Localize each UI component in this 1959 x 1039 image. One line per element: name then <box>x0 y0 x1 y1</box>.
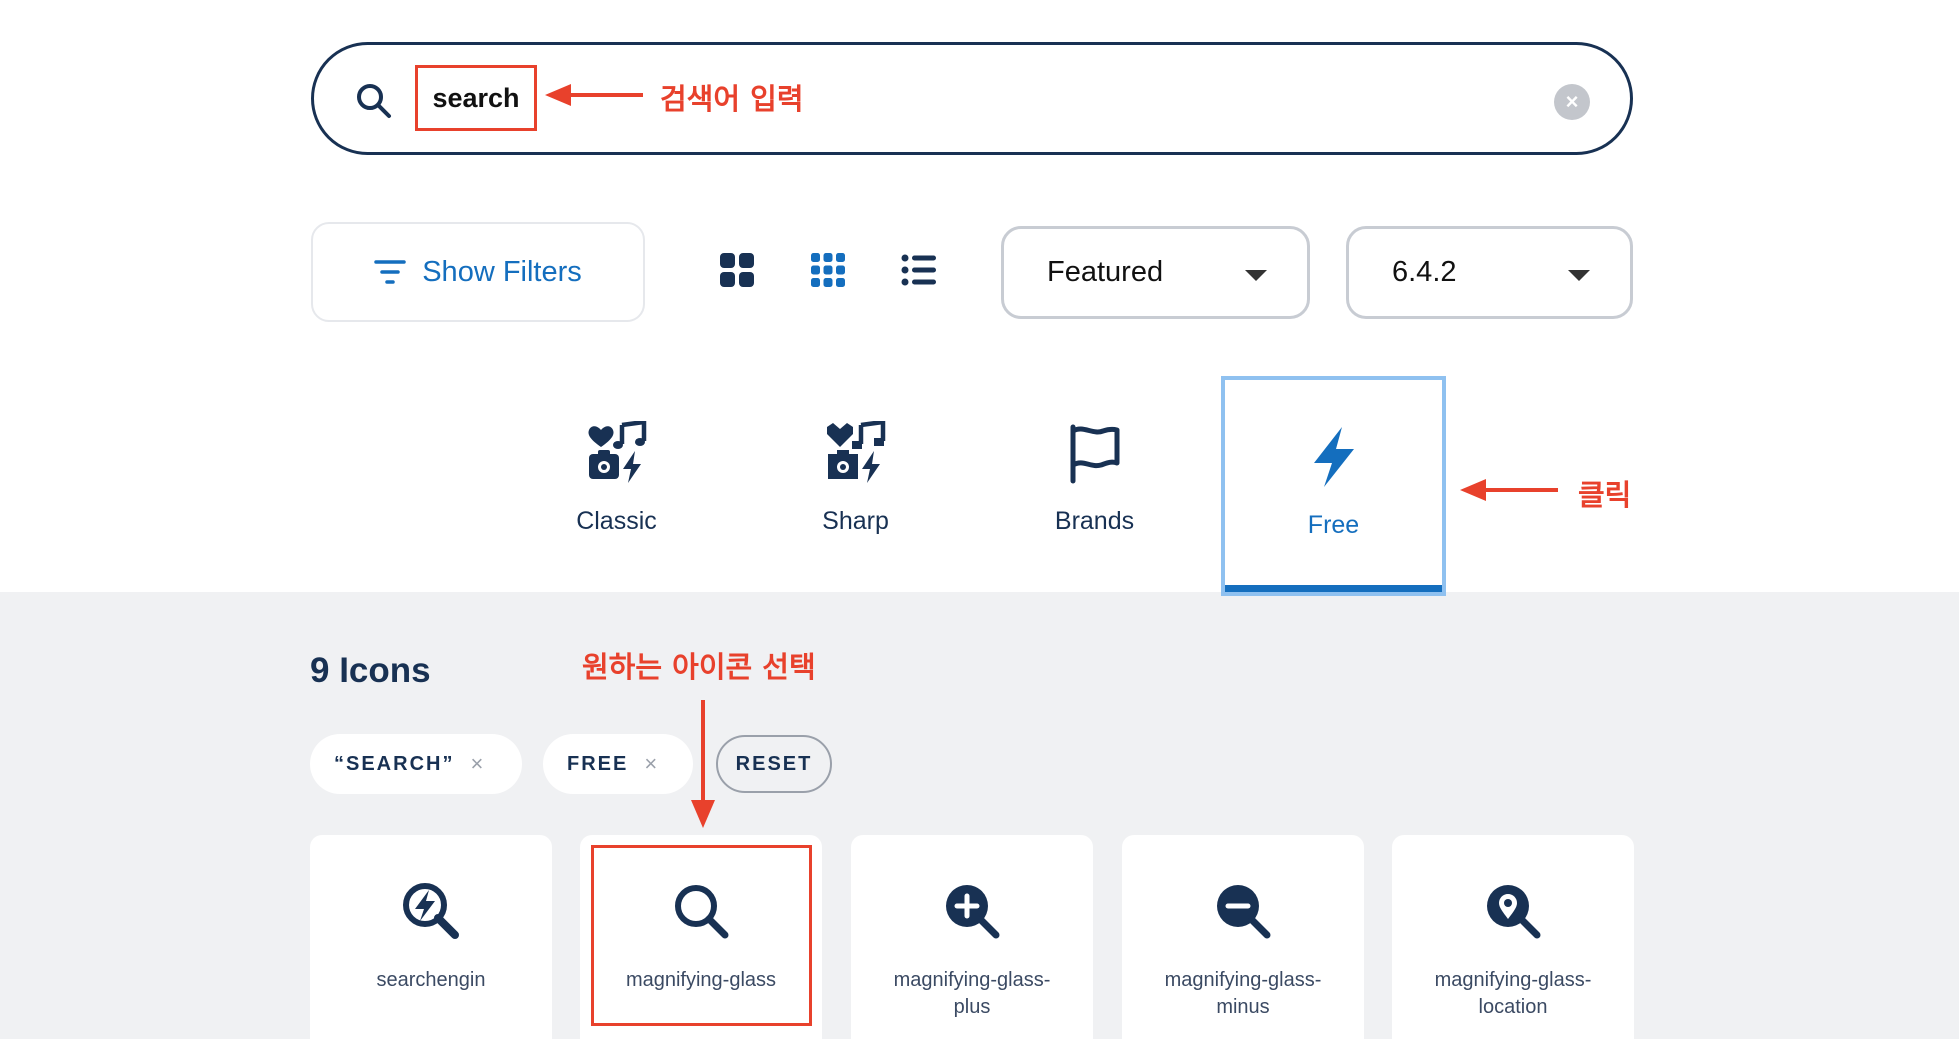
tab-classic[interactable]: Classic <box>504 376 729 596</box>
filter-chip-free: FREE × <box>543 734 693 794</box>
icon-card-magnifying-glass-plus[interactable]: magnifying-glass- plus <box>851 835 1093 1039</box>
icon-card-searchengin[interactable]: searchengin <box>310 835 552 1039</box>
sort-select[interactable]: Featured <box>1001 226 1310 319</box>
magnifying-glass-icon <box>675 885 729 939</box>
icon-card-magnifying-glass-location[interactable]: magnifying-glass- location <box>1392 835 1634 1039</box>
icon-card-label: magnifying-glass- minus <box>1164 969 1322 1018</box>
tab-sharp-label: Sharp <box>822 507 889 535</box>
tab-brands-label: Brands <box>1054 507 1135 535</box>
flag-icon <box>1070 424 1119 484</box>
small-grid-view-icon[interactable] <box>808 250 848 290</box>
search-icon <box>357 84 391 118</box>
icon-card-label: magnifying-glass <box>625 969 777 991</box>
active-tab-indicator <box>1225 585 1442 592</box>
icon-card-label: magnifying-glass- plus <box>893 969 1051 1018</box>
annotation-search-note: 검색어 입력 <box>660 82 804 116</box>
searchengin-icon <box>403 883 459 939</box>
show-filters-label: Show Filters <box>422 255 582 288</box>
filter-icon <box>374 260 406 284</box>
annotation-select-note: 원하는 아이콘 선택 <box>582 650 816 684</box>
tab-sharp[interactable]: Sharp <box>743 376 968 596</box>
chevron-down-icon <box>1568 270 1590 281</box>
annotation-click-note: 클릭 <box>1578 478 1632 512</box>
large-grid-view-icon[interactable] <box>717 250 757 290</box>
chevron-down-icon <box>1245 270 1267 281</box>
annotation-arrow-search <box>545 84 643 106</box>
icon-card-label: magnifying-glass- location <box>1434 969 1592 1018</box>
filter-chip-search: “SEARCH” × <box>310 734 522 794</box>
annotation-arrow-select <box>691 700 715 828</box>
remove-chip-icon[interactable]: × <box>644 751 659 777</box>
bolt-icon <box>1313 427 1354 487</box>
sharp-family-icon <box>826 421 885 483</box>
magnifying-glass-plus-icon <box>946 885 1000 939</box>
reset-button[interactable]: RESET <box>716 735 832 793</box>
results-count: 9 Icons <box>310 651 431 690</box>
list-view-icon[interactable] <box>899 250 939 290</box>
tab-brands[interactable]: Brands <box>982 376 1207 596</box>
search-bar[interactable]: search × <box>311 42 1633 155</box>
tab-free[interactable]: Free <box>1221 376 1446 596</box>
search-input[interactable]: search <box>415 65 537 131</box>
magnifying-glass-location-icon <box>1487 885 1541 939</box>
filter-chip-label: “SEARCH” <box>334 752 455 775</box>
version-select-value: 6.4.2 <box>1392 256 1457 288</box>
filter-chip-label: FREE <box>567 752 629 775</box>
remove-chip-icon[interactable]: × <box>470 751 485 777</box>
annotation-arrow-click <box>1460 479 1558 501</box>
show-filters-button[interactable]: Show Filters <box>311 222 645 322</box>
classic-family-icon <box>588 421 646 483</box>
magnifying-glass-minus-icon <box>1217 885 1271 939</box>
icon-card-magnifying-glass-minus[interactable]: magnifying-glass- minus <box>1122 835 1364 1039</box>
icon-card-label: searchengin <box>376 969 486 991</box>
sort-select-value: Featured <box>1047 256 1164 288</box>
tab-free-label: Free <box>1307 511 1360 539</box>
version-select[interactable]: 6.4.2 <box>1346 226 1633 319</box>
tab-classic-label: Classic <box>576 507 657 535</box>
icon-card-magnifying-glass[interactable]: magnifying-glass <box>580 835 822 1039</box>
clear-search-button[interactable]: × <box>1554 84 1590 120</box>
